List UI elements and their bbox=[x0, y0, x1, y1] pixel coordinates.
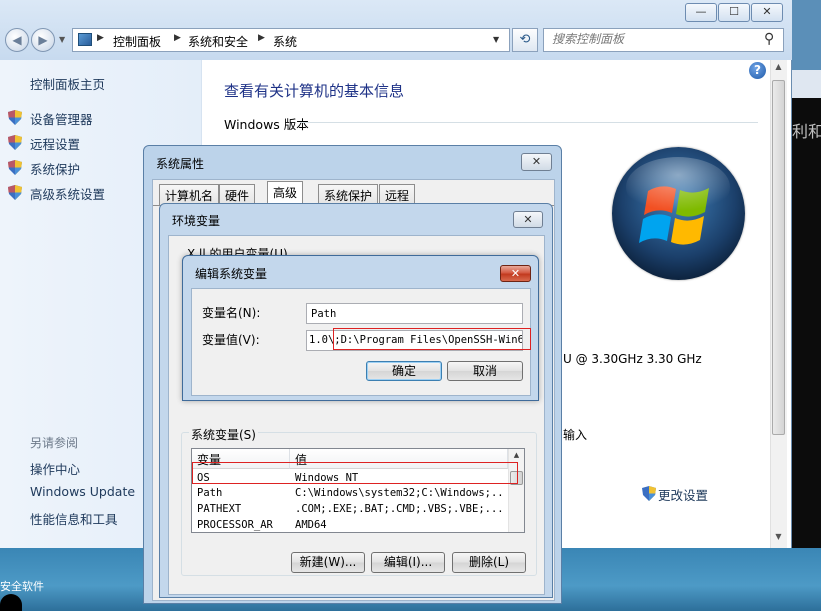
variable-name-label: 变量名(N): bbox=[202, 306, 261, 320]
edit-variable-button[interactable]: 编辑(I)... bbox=[371, 552, 445, 573]
breadcrumb-separator-icon: ▶ bbox=[258, 33, 265, 43]
see-also-windows-update[interactable]: Windows Update bbox=[30, 484, 135, 499]
breadcrumb-control-panel[interactable]: 控制面板 bbox=[113, 33, 161, 50]
help-icon[interactable]: ? bbox=[749, 62, 766, 79]
tab-hardware[interactable]: 硬件 bbox=[219, 184, 256, 205]
dialog-title: 系统属性 bbox=[156, 157, 205, 171]
close-button[interactable]: ✕ bbox=[500, 265, 531, 282]
sidebar-item-system-protection[interactable]: 系统保护 bbox=[30, 159, 80, 178]
tab-system-protection[interactable]: 系统保护 bbox=[318, 184, 379, 205]
search-icon[interactable]: ⚲ bbox=[764, 31, 774, 47]
tab-computer-name[interactable]: 计算机名 bbox=[159, 184, 220, 205]
forward-button[interactable]: ▶ bbox=[31, 28, 55, 52]
windows-flag-icon bbox=[626, 157, 730, 245]
uac-shield-icon bbox=[8, 185, 22, 200]
search-input[interactable] bbox=[552, 32, 752, 46]
refresh-button[interactable]: ⟲ bbox=[512, 28, 538, 52]
tab-remote[interactable]: 远程 bbox=[379, 184, 416, 205]
processor-speed: U @ 3.30GHz 3.30 GHz bbox=[563, 352, 702, 366]
dialog-title: 编辑系统变量 bbox=[195, 267, 268, 281]
section-divider bbox=[300, 122, 758, 123]
close-button[interactable]: ✕ bbox=[521, 153, 552, 171]
uac-shield-icon bbox=[642, 486, 656, 501]
breadcrumb-separator-icon: ▶ bbox=[174, 33, 181, 43]
recent-pages-dropdown[interactable]: ▼ bbox=[59, 35, 69, 44]
see-also-performance[interactable]: 性能信息和工具 bbox=[30, 509, 118, 528]
see-also-heading: 另请参阅 bbox=[30, 436, 79, 450]
refresh-icon: ⟲ bbox=[519, 32, 531, 47]
breadcrumb-separator-icon: ▶ bbox=[97, 33, 104, 43]
close-button[interactable]: ✕ bbox=[751, 3, 783, 22]
variable-name: Path bbox=[197, 487, 223, 499]
terminal-text: 利和 bbox=[792, 122, 821, 141]
change-settings-link[interactable]: 更改设置 bbox=[658, 485, 708, 504]
pen-touch-input: 输入 bbox=[563, 428, 588, 442]
value-highlight-box bbox=[333, 328, 531, 350]
variable-value: C:\Windows\system32;C:\Windows;... bbox=[295, 487, 505, 499]
desktop-icon[interactable] bbox=[0, 594, 22, 611]
sidebar-home-link[interactable]: 控制面板主页 bbox=[30, 74, 105, 93]
system-variables-table[interactable]: 变量 值 OS Windows_NT Path C:\Windows\syste… bbox=[191, 448, 525, 533]
breadcrumb-system-security[interactable]: 系统和安全 bbox=[188, 33, 248, 50]
scroll-down-icon[interactable]: ▼ bbox=[771, 532, 786, 541]
variable-value: AMD64 bbox=[295, 519, 327, 531]
table-row[interactable]: PATHEXT .COM;.EXE;.BAT;.CMD;.VBS;.VBE;..… bbox=[192, 501, 508, 517]
breadcrumb-system[interactable]: 系统 bbox=[273, 33, 297, 50]
back-arrow-icon: ◀ bbox=[12, 33, 22, 47]
sidebar-item-device-manager[interactable]: 设备管理器 bbox=[30, 109, 93, 128]
variable-name: PROCESSOR_AR bbox=[197, 519, 273, 531]
variable-name-input[interactable] bbox=[306, 303, 523, 324]
dialog-title: 环境变量 bbox=[172, 214, 221, 228]
uac-shield-icon bbox=[8, 160, 22, 175]
variable-value: .COM;.EXE;.BAT;.CMD;.VBS;.VBE;... bbox=[295, 503, 504, 515]
scroll-up-icon[interactable]: ▲ bbox=[771, 62, 786, 71]
minimize-button[interactable]: — bbox=[685, 3, 717, 22]
table-row[interactable]: PROCESSOR_AR AMD64 bbox=[192, 517, 508, 532]
back-button[interactable]: ◀ bbox=[5, 28, 29, 52]
uac-shield-icon bbox=[8, 135, 22, 150]
forward-arrow-icon: ▶ bbox=[38, 33, 48, 47]
page-title: 查看有关计算机的基本信息 bbox=[224, 82, 405, 100]
terminal-titlebar[interactable] bbox=[791, 70, 821, 98]
address-bar[interactable]: ▶ 控制面板 ▶ 系统和安全 ▶ 系统 ▼ bbox=[72, 28, 510, 52]
path-row-highlight-box bbox=[192, 462, 518, 484]
uac-shield-icon bbox=[8, 110, 22, 125]
control-panel-icon bbox=[78, 33, 92, 46]
variable-name: PATHEXT bbox=[197, 503, 242, 515]
maximize-button[interactable]: ☐ bbox=[718, 3, 750, 22]
cancel-button[interactable]: 取消 bbox=[447, 361, 523, 381]
desktop-icon-label: 安全软件 bbox=[0, 580, 44, 593]
search-box[interactable]: ⚲ bbox=[543, 28, 784, 52]
table-row-selected[interactable]: Path C:\Windows\system32;C:\Windows;... bbox=[192, 485, 508, 501]
scrollbar-thumb[interactable] bbox=[772, 80, 785, 435]
system-variables-label: 系统变量(S) bbox=[189, 426, 258, 443]
delete-variable-button[interactable]: 删除(L) bbox=[452, 552, 526, 573]
see-also-action-center[interactable]: 操作中心 bbox=[30, 459, 80, 478]
new-variable-button[interactable]: 新建(W)... bbox=[291, 552, 365, 573]
windows-edition-heading: Windows 版本 bbox=[224, 117, 309, 132]
variable-value-label: 变量值(V): bbox=[202, 333, 260, 347]
sidebar-item-remote-settings[interactable]: 远程设置 bbox=[30, 134, 80, 153]
ok-button[interactable]: 确定 bbox=[366, 361, 442, 381]
scroll-up-icon[interactable]: ▲ bbox=[510, 451, 523, 459]
windows-logo-icon bbox=[612, 147, 745, 280]
close-button[interactable]: ✕ bbox=[513, 211, 543, 228]
sidebar-item-advanced-settings[interactable]: 高级系统设置 bbox=[30, 184, 105, 203]
chevron-down-icon[interactable]: ▼ bbox=[493, 35, 499, 44]
